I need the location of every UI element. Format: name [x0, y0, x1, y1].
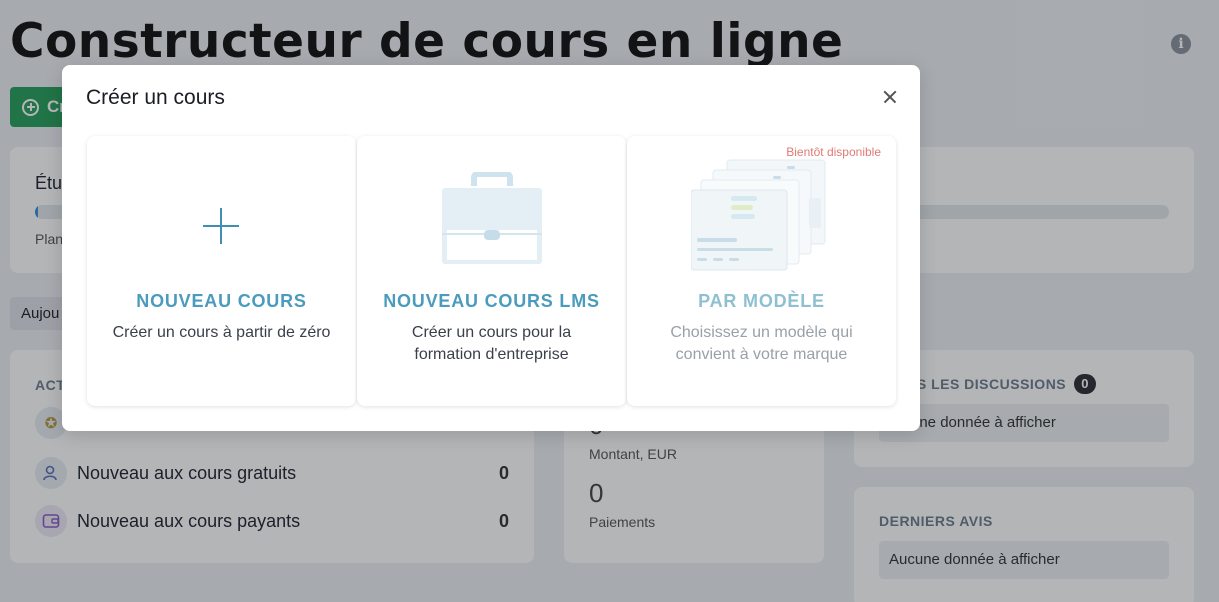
coming-soon-badge: Bientôt disponible [786, 145, 881, 159]
modal-title: Créer un cours [86, 86, 225, 109]
option-heading: NOUVEAU COURS LMS [383, 291, 600, 311]
option-template[interactable]: Bientôt disponible PAR MODÈLE Choisissez… [627, 136, 896, 406]
option-heading: NOUVEAU COURS [136, 291, 307, 311]
option-new-course[interactable]: NOUVEAU COURS Créer un cours à partir de… [87, 136, 356, 406]
close-icon[interactable] [878, 85, 902, 109]
option-description: Créer un cours à partir de zéro [112, 324, 331, 341]
briefcase-icon [442, 172, 542, 264]
option-new-lms-course[interactable]: NOUVEAU COURS LMS Créer un cours pour la… [357, 136, 626, 406]
option-description: Choisissez un modèle qui convient à votr… [670, 324, 853, 363]
plus-icon [203, 208, 239, 244]
templates-icon [691, 159, 826, 271]
option-description: Créer un cours pour la formation d'entre… [411, 324, 572, 363]
option-heading: PAR MODÈLE [698, 291, 825, 311]
create-course-modal: Créer un cours NOUVEAU COURS Créer un co… [62, 65, 920, 431]
